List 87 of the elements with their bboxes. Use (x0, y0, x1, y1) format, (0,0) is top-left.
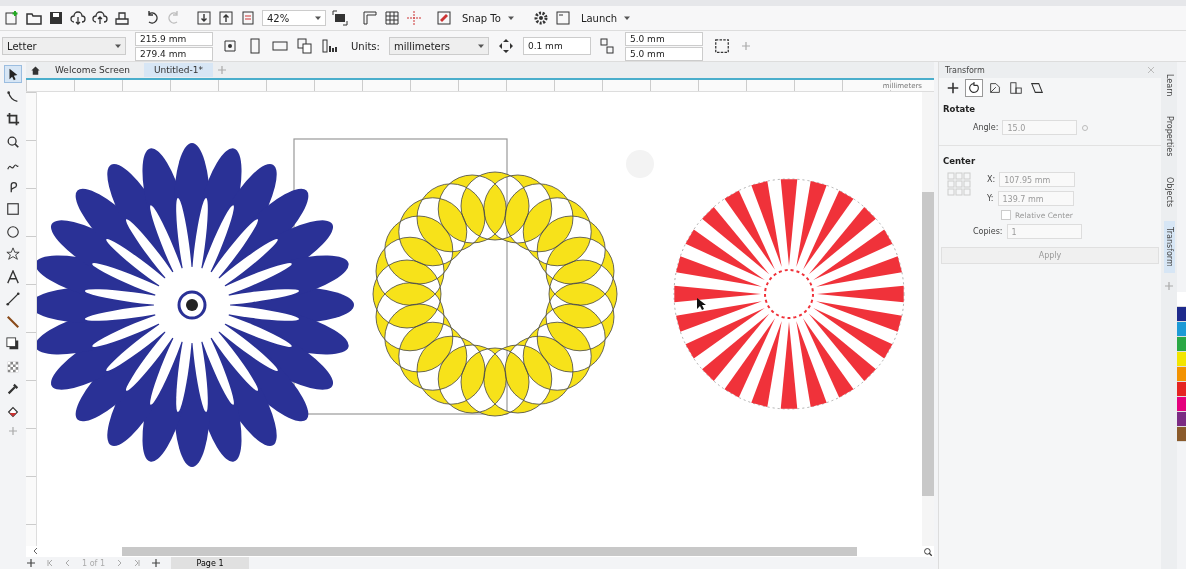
home-icon[interactable] (30, 64, 41, 76)
rect-tool-icon[interactable] (5, 201, 21, 217)
caret-icon[interactable] (476, 42, 485, 50)
caret-icon[interactable] (314, 14, 322, 22)
position-mode-icon[interactable] (945, 80, 961, 96)
rulers-icon[interactable] (362, 10, 378, 26)
caret-icon[interactable] (114, 42, 122, 50)
snap-to-dropdown[interactable]: Snap To (458, 12, 519, 24)
checkbox[interactable] (1001, 210, 1011, 220)
portrait-icon[interactable] (247, 38, 263, 54)
new-document-icon[interactable] (4, 10, 20, 26)
eyedropper-tool-icon[interactable] (5, 381, 21, 397)
text-tool-icon[interactable] (5, 268, 21, 285)
shadow-tool-icon[interactable] (5, 336, 21, 352)
pick-tool-icon[interactable] (5, 66, 21, 82)
color-swatch[interactable] (1177, 412, 1186, 427)
connector-tool-icon[interactable] (5, 313, 21, 330)
color-swatch[interactable] (1177, 352, 1186, 367)
caret-icon (623, 14, 632, 22)
color-swatch[interactable] (1177, 292, 1186, 307)
crop-tool-icon[interactable] (5, 111, 21, 127)
angle-label: Angle: (973, 123, 999, 132)
landscape-icon[interactable] (272, 38, 288, 54)
skew-mode-icon[interactable] (1029, 80, 1045, 96)
snap-icon[interactable] (436, 10, 452, 26)
cloud-upload-icon[interactable] (92, 10, 108, 26)
all-pages-icon[interactable] (297, 38, 313, 54)
save-icon[interactable] (48, 10, 64, 26)
settings-icon[interactable] (532, 10, 549, 26)
launch-dropdown[interactable]: Launch (576, 12, 636, 24)
mouse-cursor-icon (697, 298, 706, 310)
size-mode-icon[interactable] (1008, 80, 1024, 96)
paper-size-dropdown[interactable]: Letter (2, 37, 126, 55)
zoom-icon[interactable] (923, 546, 933, 557)
copies-label: Copies: (973, 227, 1003, 236)
color-swatch[interactable] (1177, 337, 1186, 352)
duplicate-offset-icon (599, 38, 616, 54)
export-icon[interactable] (218, 10, 234, 26)
import-icon[interactable] (196, 10, 212, 26)
ellipse-tool-icon[interactable] (5, 223, 21, 240)
units-label: Units: (351, 40, 380, 52)
bars-icon[interactable] (322, 38, 338, 54)
page-target-icon[interactable] (222, 38, 238, 54)
page-count: 1 of 1 (82, 558, 105, 568)
document-icon[interactable] (240, 10, 256, 26)
color-swatch[interactable] (1177, 307, 1186, 322)
scroll-left-icon[interactable] (32, 547, 40, 555)
units-dropdown[interactable]: millimeters (388, 37, 489, 55)
print-icon[interactable] (114, 10, 130, 26)
document-tab[interactable]: Welcome Screen (45, 63, 140, 77)
folder-icon[interactable] (26, 10, 42, 26)
color-swatch[interactable] (1177, 427, 1186, 442)
zoom-dropdown[interactable]: 42% (262, 10, 326, 26)
docker-tab[interactable]: Transform (1163, 221, 1175, 273)
rotate-heading: Rotate (942, 103, 976, 116)
grid-icon[interactable] (384, 10, 400, 26)
docker-tab[interactable]: Objects (1163, 170, 1175, 214)
center-heading: Center (942, 155, 977, 168)
document-tab[interactable]: Untitled-1* (144, 63, 214, 77)
docker-tab[interactable]: Learn (1163, 68, 1175, 103)
add-page-icon[interactable] (26, 558, 36, 568)
color-swatch[interactable] (1177, 367, 1186, 382)
x-label: X: (987, 175, 996, 184)
caret-icon (506, 14, 515, 22)
duplicate-vertical-field[interactable]: 5.0 mm (624, 46, 703, 61)
color-swatch[interactable] (1177, 322, 1186, 337)
add-page-icon[interactable] (151, 558, 161, 568)
duplicate-horizontal-field[interactable]: 5.0 mm (624, 31, 703, 46)
window-icon[interactable] (554, 10, 571, 26)
docker-tab[interactable]: Properties (1163, 110, 1175, 163)
color-swatch[interactable] (1177, 397, 1186, 412)
page-width-field[interactable]: 215.9 mm (135, 31, 213, 46)
horizontal-scrollbar[interactable] (122, 547, 857, 556)
degree-icon (1081, 123, 1090, 132)
rotate-mode-icon[interactable] (966, 80, 982, 96)
nudge-field[interactable]: 0.1 mm (522, 37, 591, 55)
page-tab[interactable]: Page 1 (171, 557, 249, 569)
color-swatch[interactable] (1177, 382, 1186, 397)
panel-title: Transform (945, 65, 985, 75)
scale-mode-icon[interactable] (987, 80, 1003, 96)
star-tool-icon[interactable] (5, 246, 21, 262)
cloud-download-icon[interactable] (70, 10, 86, 26)
dimension-tool-icon[interactable] (5, 291, 21, 307)
y-label: Y: (987, 194, 994, 203)
page-height-field[interactable]: 279.4 mm (135, 46, 213, 61)
move-arrows-icon (497, 38, 514, 54)
full-screen-icon[interactable] (332, 10, 348, 26)
